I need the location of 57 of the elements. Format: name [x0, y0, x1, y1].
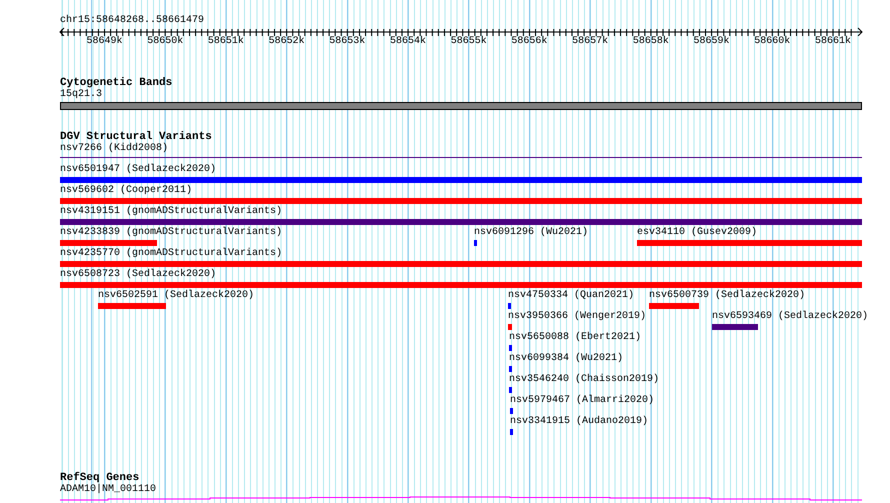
track-title: DGV Structural Variants: [60, 131, 212, 143]
feature-bar[interactable]: [510, 429, 513, 435]
feature-label[interactable]: esv34110 (Gusev2009): [637, 227, 758, 239]
feature-bar[interactable]: [98, 303, 166, 309]
feature-label[interactable]: nsv6099384 (Wu2021): [509, 353, 624, 365]
feature-bar[interactable]: [60, 261, 862, 267]
feature-bar[interactable]: [509, 387, 512, 393]
feature-label[interactable]: nsv6091296 (Wu2021): [474, 227, 588, 239]
tick-label: 58651k: [206, 36, 245, 47]
tick-label: 58653k: [328, 36, 366, 47]
feature-label[interactable]: nsv6508723 (Sedlazeck2020): [60, 269, 216, 281]
tick-label: 58656k: [510, 36, 548, 47]
band-label: 15q21.3: [60, 89, 102, 101]
feature-bar[interactable]: [60, 219, 862, 225]
tick-label: 58652k: [268, 36, 306, 47]
feature-label[interactable]: nsv569602 (Cooper2011): [60, 185, 192, 197]
feature-label[interactable]: nsv6501947 (Sedlazeck2020): [60, 164, 216, 176]
tick-label: 58650k: [146, 36, 184, 47]
tick-label: 58661k: [814, 36, 852, 47]
feature-bar[interactable]: [510, 408, 513, 414]
feature-bar[interactable]: [509, 345, 512, 351]
gene-label[interactable]: ADAM10|NM_001110: [60, 484, 156, 496]
feature-label[interactable]: nsv6593469 (Sedlazeck2020): [712, 311, 868, 323]
feature-bar[interactable]: [509, 366, 512, 372]
track-title: RefSeq Genes: [60, 472, 140, 484]
feature-bar[interactable]: [649, 303, 699, 309]
feature-label[interactable]: nsv3546240 (Chaisson2019): [509, 374, 660, 386]
tick-label: 58649k: [85, 36, 124, 47]
feature-label[interactable]: nsv6500739 (Sedlazeck2020): [649, 290, 806, 302]
feature-label[interactable]: nsv5650088 (Ebert2021): [509, 332, 642, 344]
feature-label[interactable]: nsv5979467 (Almarri2020): [510, 395, 654, 407]
feature-bar[interactable]: [474, 240, 477, 246]
feature-label[interactable]: nsv4235770 (gnomADStructuralVariants): [60, 248, 282, 260]
feature-bar[interactable]: [508, 303, 511, 309]
feature-bar[interactable]: [60, 282, 862, 288]
tick-label: 58659k: [692, 36, 731, 47]
gene-model-line[interactable]: [60, 496, 862, 500]
location-label: chr15:58648268..58661479: [60, 15, 206, 27]
feature-label[interactable]: nsv4750334 (Quan2021): [508, 290, 634, 302]
tick-label: 58654k: [389, 36, 428, 47]
tick-label: 58660k: [753, 36, 792, 47]
tick-label: 58657k: [571, 36, 610, 47]
track-title: Cytogenetic Bands: [60, 77, 172, 89]
tick-label: 58658k: [632, 36, 670, 47]
feature-bar[interactable]: [637, 240, 862, 246]
tick-label: 58655k: [450, 36, 488, 47]
feature-bar[interactable]: [60, 198, 862, 204]
feature-label[interactable]: nsv6502591 (Sedlazeck2020): [98, 290, 254, 302]
feature-label[interactable]: nsv4319151 (gnomADStructuralVariants): [60, 206, 282, 218]
feature-bar[interactable]: [508, 324, 512, 330]
feature-label[interactable]: nsv3341915 (Audano2019): [510, 416, 648, 428]
feature-bar[interactable]: [60, 177, 862, 183]
feature-label[interactable]: nsv4233839 (gnomADStructuralVariants): [60, 227, 282, 239]
feature-bar[interactable]: [60, 240, 157, 246]
feature-label[interactable]: nsv7266 (Kidd2008): [60, 143, 168, 155]
feature-bar[interactable]: [712, 324, 758, 330]
feature-label[interactable]: nsv3950366 (Wenger2019): [508, 311, 646, 323]
